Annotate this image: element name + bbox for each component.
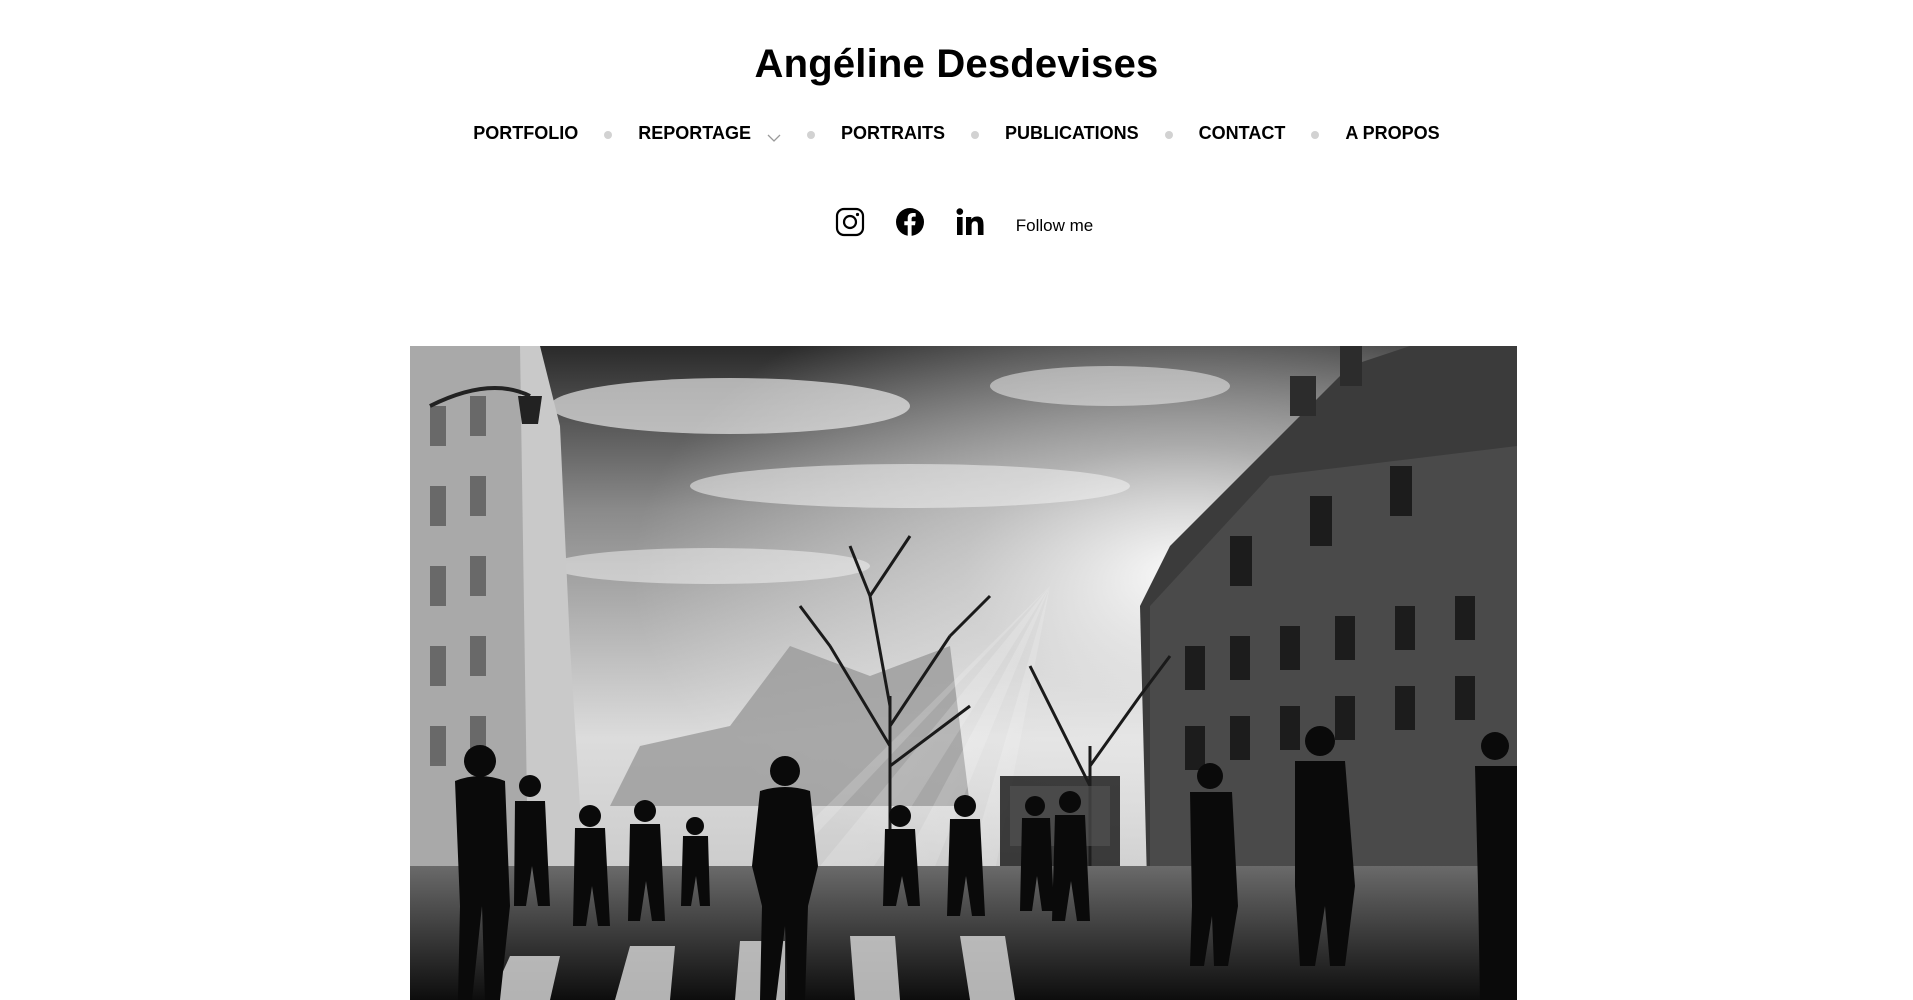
social-links: Follow me <box>0 206 1913 238</box>
nav-item-label: PORTFOLIO <box>473 123 579 143</box>
nav-item-label: A PROPOS <box>1345 123 1440 143</box>
instagram-icon[interactable] <box>834 206 866 238</box>
nav-item-portfolio[interactable]: PORTFOLIO <box>473 120 578 146</box>
nav-item-a-propos[interactable]: A PROPOS <box>1345 120 1439 146</box>
nav-item-label: REPORTAGE <box>638 123 751 143</box>
nav-item-label: PUBLICATIONS <box>1005 123 1139 143</box>
nav-separator <box>971 131 979 139</box>
nav-separator <box>1311 131 1320 139</box>
nav-item-publications[interactable]: PUBLICATIONS <box>1005 120 1139 146</box>
site-title[interactable]: Angéline Desdevises <box>0 40 1913 88</box>
nav-item-label: CONTACT <box>1198 123 1286 143</box>
nav-separator <box>806 131 815 139</box>
hero-photo[interactable] <box>410 346 1517 1000</box>
linkedin-icon[interactable] <box>954 206 986 238</box>
page: Angéline Desdevises PORTFOLIO REPORTAGE … <box>0 0 1913 1000</box>
nav-item-portraits[interactable]: PORTRAITS <box>841 120 945 146</box>
nav-separator <box>604 131 613 139</box>
main-nav: PORTFOLIO REPORTAGE PORTRAITS PUBLICATIO… <box>0 120 1913 146</box>
facebook-icon[interactable] <box>894 206 926 238</box>
follow-me-label[interactable]: Follow me <box>1016 216 1093 236</box>
nav-item-reportage[interactable]: REPORTAGE <box>638 120 781 146</box>
nav-item-contact[interactable]: CONTACT <box>1199 120 1286 146</box>
nav-item-label: PORTRAITS <box>840 123 945 143</box>
nav-separator <box>1164 131 1173 139</box>
chevron-down-icon <box>767 126 781 142</box>
hero-photo-illustration <box>410 346 1517 1000</box>
